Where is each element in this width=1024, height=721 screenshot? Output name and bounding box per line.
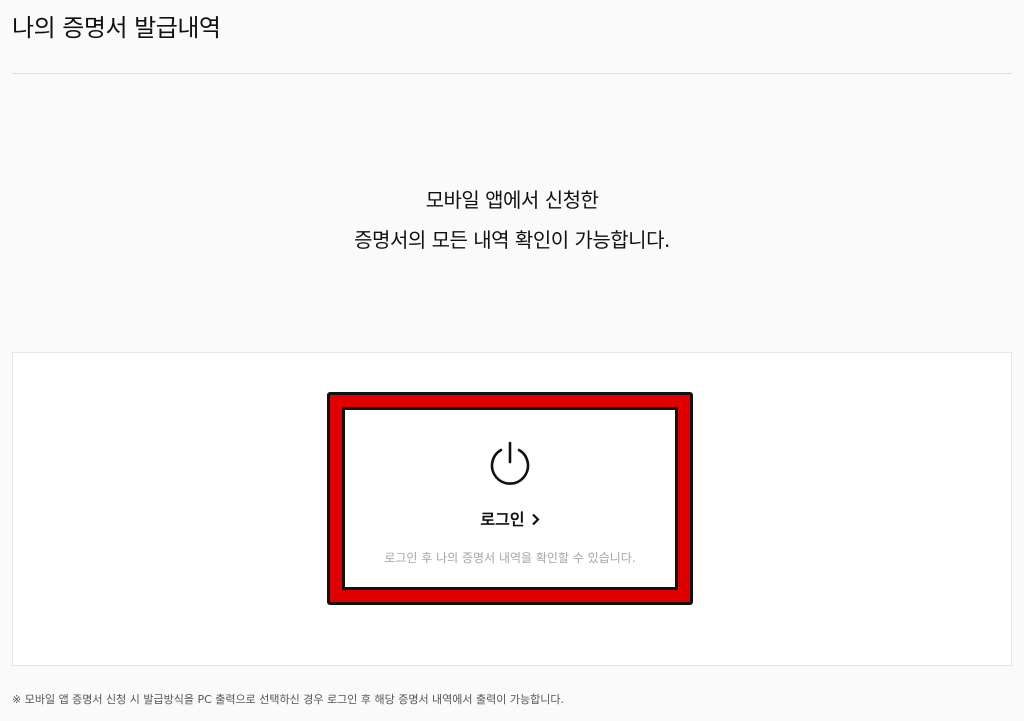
login-box[interactable]: 로그인 로그인 후 나의 증명서 내역을 확인할 수 있습니다. xyxy=(342,407,678,590)
login-button-label: 로그인 xyxy=(480,510,525,529)
intro-line-1: 모바일 앱에서 신청한 xyxy=(425,188,599,212)
chevron-right-icon xyxy=(531,511,540,530)
login-description: 로그인 후 나의 증명서 내역을 확인할 수 있습니다. xyxy=(384,551,636,565)
intro-message: 모바일 앱에서 신청한 증명서의 모든 내역 확인이 가능합니다. xyxy=(0,180,1024,260)
title-divider xyxy=(12,73,1012,74)
login-button[interactable]: 로그인 xyxy=(345,506,675,530)
page: 나의 증명서 발급내역 모바일 앱에서 신청한 증명서의 모든 내역 확인이 가… xyxy=(0,0,1024,721)
power-icon xyxy=(486,440,534,488)
highlight-frame: 로그인 로그인 후 나의 증명서 내역을 확인할 수 있습니다. xyxy=(327,392,693,605)
footnote: ※ 모바일 앱 증명서 신청 시 발급방식을 PC 출력으로 선택하신 경우 로… xyxy=(12,693,564,706)
intro-line-2: 증명서의 모든 내역 확인이 가능합니다. xyxy=(354,228,670,252)
page-title: 나의 증명서 발급내역 xyxy=(12,14,221,42)
